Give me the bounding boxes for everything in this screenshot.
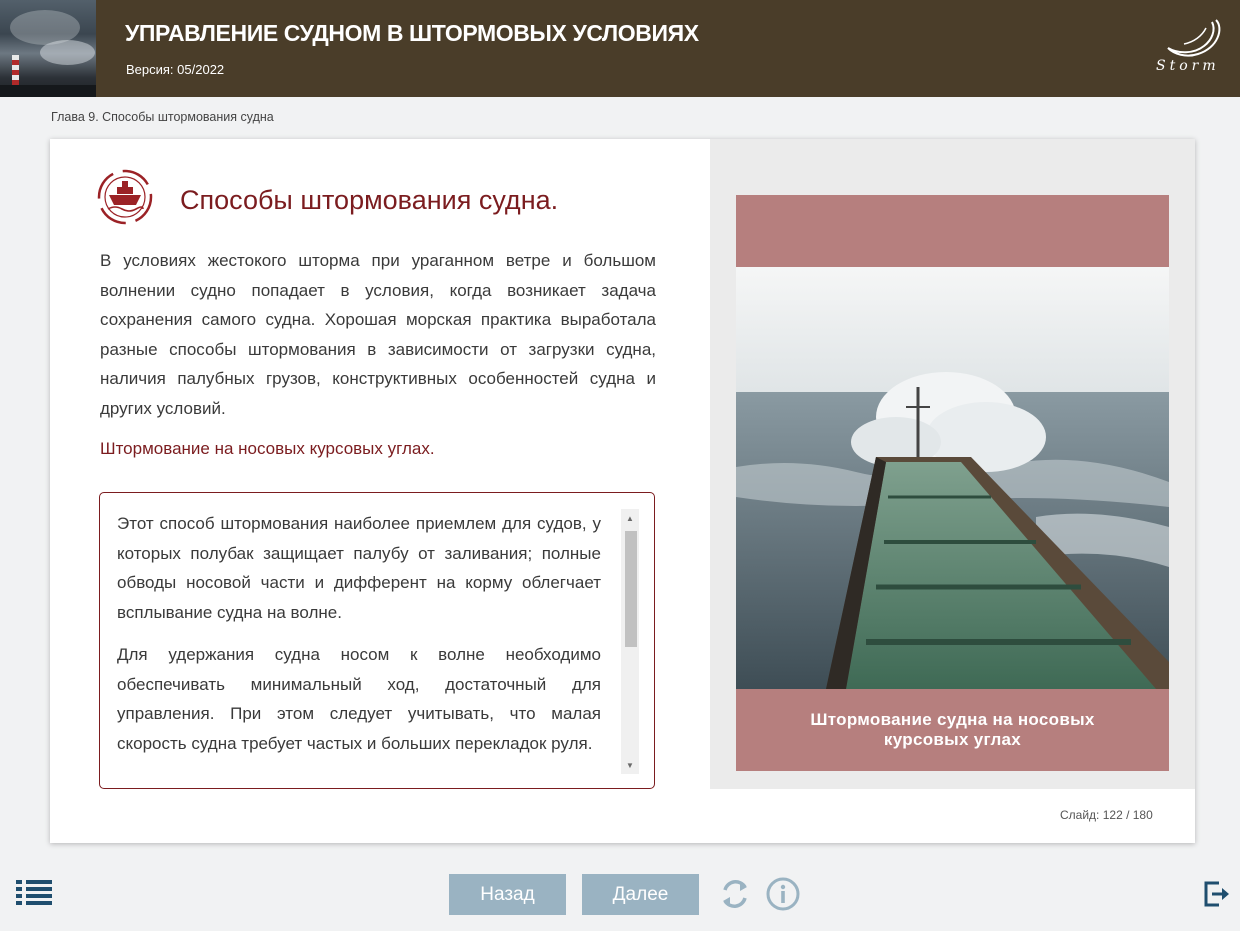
ship-wheel-icon [97, 169, 153, 225]
ship-in-storm-photo [736, 267, 1169, 689]
app-header: УПРАВЛЕНИЕ СУДНОМ В ШТОРМОВЫХ УСЛОВИЯХ В… [0, 0, 1240, 97]
exit-icon[interactable] [1203, 880, 1231, 908]
back-button[interactable]: Назад [449, 874, 566, 915]
figure-panel: Штормование судна на носовых курсовых уг… [710, 139, 1195, 789]
vertical-scrollbar[interactable]: ▲ ▼ [621, 509, 639, 774]
scroll-up-arrow-icon[interactable]: ▲ [621, 509, 639, 527]
course-version: Версия: 05/2022 [126, 62, 225, 77]
course-title: УПРАВЛЕНИЕ СУДНОМ В ШТОРМОВЫХ УСЛОВИЯХ [125, 20, 699, 46]
breadcrumb: Глава 9. Способы штормования судна [51, 110, 274, 124]
figure-top-band [736, 195, 1169, 267]
next-button[interactable]: Далее [582, 874, 699, 915]
refresh-icon[interactable] [717, 876, 753, 912]
scroll-content: Этот способ штормования наиболее приемле… [117, 509, 601, 774]
logo-text: Storm [1156, 58, 1220, 74]
list-menu-icon[interactable] [16, 880, 54, 906]
intro-paragraph: В условиях жестокого шторма при ураганно… [100, 251, 656, 418]
slide-counter: Слайд: 122 / 180 [1060, 808, 1153, 822]
info-icon[interactable] [765, 876, 801, 912]
section-subheading: Штормование на носовых курсовых углах. [100, 439, 435, 458]
scroll-paragraph-1: Этот способ штормования наиболее приемле… [117, 514, 601, 622]
scroll-paragraph-2: Для удержания судна носом к волне необхо… [117, 645, 601, 753]
course-thumbnail [0, 0, 96, 97]
scroll-thumb[interactable] [625, 531, 637, 647]
figure-frame: Штормование судна на носовых курсовых уг… [736, 195, 1169, 771]
scrollable-text-box[interactable]: Этот способ штормования наиболее приемле… [99, 492, 655, 789]
figure-caption: Штормование судна на носовых курсовых уг… [736, 689, 1169, 771]
slide-heading: Способы штормования судна. [180, 185, 559, 215]
slide-card: Способы штормования судна. В условиях же… [50, 139, 1195, 843]
scroll-down-arrow-icon[interactable]: ▼ [621, 756, 639, 774]
